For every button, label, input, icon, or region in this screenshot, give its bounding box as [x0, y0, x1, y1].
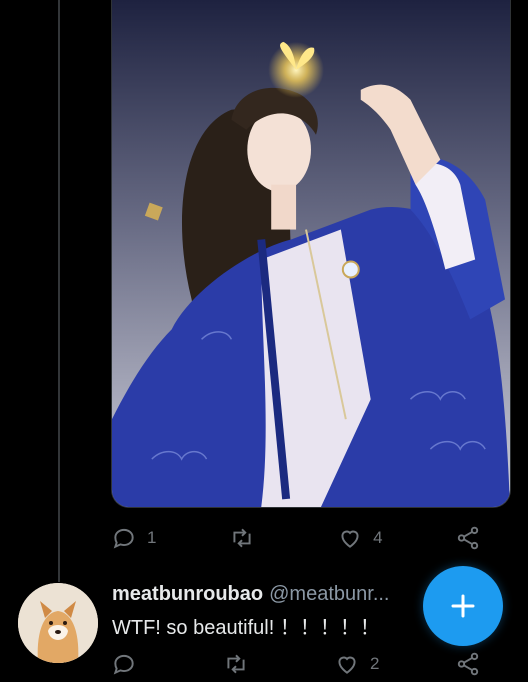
heart-icon	[341, 530, 359, 548]
reply-button[interactable]	[111, 651, 147, 677]
shiba-dog-avatar-image	[18, 583, 98, 663]
illustration	[112, 0, 510, 507]
heart-icon	[338, 656, 356, 674]
retweet-button[interactable]	[223, 651, 259, 677]
reply-action-bar: 2	[111, 646, 481, 682]
reply-icon	[113, 528, 134, 549]
like-button[interactable]: 4	[337, 525, 383, 551]
avatar[interactable]	[18, 583, 98, 663]
reply-button[interactable]: 1	[111, 525, 156, 551]
tweet-image[interactable]	[111, 0, 511, 508]
user-handle[interactable]: @meatbunr...	[269, 583, 389, 605]
tweet-action-bar: 1 4	[111, 520, 481, 556]
retweet-icon	[226, 654, 245, 674]
reply-count: 1	[147, 528, 157, 547]
share-button[interactable]	[455, 651, 481, 677]
share-icon	[457, 652, 479, 676]
retweet-icon	[233, 528, 251, 548]
thread-connector-line	[58, 0, 60, 582]
retweet-button[interactable]	[229, 525, 265, 551]
reply-text: WTF! so beautiful! ！！！！！	[112, 617, 380, 639]
display-name[interactable]: meatbunroubao	[112, 583, 263, 605]
share-icon	[457, 526, 479, 550]
compose-tweet-button[interactable]	[423, 566, 503, 646]
like-count: 2	[370, 654, 380, 673]
like-button[interactable]: 2	[334, 651, 379, 677]
reply-header: meatbunroubao @meatbunr...	[112, 583, 390, 606]
reply-icon	[113, 654, 134, 675]
like-count: 4	[373, 528, 383, 547]
plus-icon	[451, 594, 475, 618]
share-button[interactable]	[455, 525, 481, 551]
